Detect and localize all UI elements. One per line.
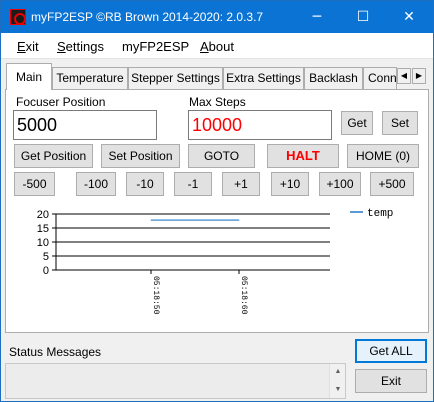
y-tick-label: 5 xyxy=(43,251,49,263)
y-tick-label: 0 xyxy=(43,265,49,277)
y-tick-label: 10 xyxy=(37,237,49,249)
status-messages-label: Status Messages xyxy=(9,345,102,359)
step-plus-100-button[interactable]: +100 xyxy=(319,172,361,196)
y-tick-label: 20 xyxy=(37,209,49,221)
step-plus-10-button[interactable]: +10 xyxy=(271,172,309,196)
focuser-position-field[interactable]: 5000 xyxy=(13,110,157,140)
menu-myfp2esp[interactable]: myFP2ESP xyxy=(122,39,189,54)
minimize-button[interactable]: ─ xyxy=(294,1,340,33)
tab-strip: Main Temperature Stepper Settings Extra … xyxy=(1,63,433,90)
temperature-chart: 20 15 10 5 0 05:18:50 05:18:60 temp xyxy=(14,208,404,320)
get-position-button[interactable]: Get Position xyxy=(14,144,93,168)
set-position-button[interactable]: Set Position xyxy=(101,144,180,168)
window-title: myFP2ESP ©RB Brown 2014-2020: 2.0.3.7 xyxy=(31,10,264,24)
scroll-down-icon[interactable]: ▼ xyxy=(330,384,346,396)
step-minus-500-button[interactable]: -500 xyxy=(14,172,55,196)
menu-bar: Exit Settings myFP2ESP About xyxy=(1,33,433,59)
step-minus-100-button[interactable]: -100 xyxy=(76,172,116,196)
app-window: myFP2ESP ©RB Brown 2014-2020: 2.0.3.7 ─ … xyxy=(0,0,434,402)
data-point xyxy=(238,219,240,221)
x-tick-label: 05:18:50 xyxy=(151,276,160,315)
tab-stepper-settings[interactable]: Stepper Settings xyxy=(128,67,223,89)
focuser-position-label: Focuser Position xyxy=(16,95,106,109)
menu-about[interactable]: About xyxy=(200,39,234,54)
tab-connection[interactable]: Conn xyxy=(363,67,397,89)
menu-about-label: bout xyxy=(208,39,234,54)
menu-settings[interactable]: Settings xyxy=(57,39,104,54)
get-all-button[interactable]: Get ALL xyxy=(355,339,427,363)
tab-scroll-right-icon[interactable]: ▶ xyxy=(412,68,426,84)
scroll-up-icon[interactable]: ▲ xyxy=(330,366,346,378)
tab-temperature[interactable]: Temperature xyxy=(52,67,128,89)
tab-extra-settings[interactable]: Extra Settings xyxy=(223,67,304,89)
set-max-steps-button[interactable]: Set xyxy=(382,111,418,135)
menu-settings-label: ettings xyxy=(65,39,104,54)
data-point xyxy=(150,219,152,221)
home-button[interactable]: HOME (0) xyxy=(347,144,419,168)
main-tab-panel: Focuser Position 5000 Max Steps 10000 Ge… xyxy=(5,89,429,333)
menu-exit[interactable]: Exit xyxy=(17,39,39,54)
close-button[interactable]: ✕ xyxy=(386,1,432,33)
menu-exit-mnemonic: E xyxy=(17,39,26,54)
max-steps-label: Max Steps xyxy=(189,95,246,109)
menu-about-mnemonic: A xyxy=(200,39,209,54)
step-plus-500-button[interactable]: +500 xyxy=(370,172,414,196)
legend-label-temp: temp xyxy=(367,208,393,220)
menu-exit-label: xit xyxy=(25,39,39,54)
title-bar[interactable]: myFP2ESP ©RB Brown 2014-2020: 2.0.3.7 ─ … xyxy=(1,1,433,33)
maximize-button[interactable]: ☐ xyxy=(340,1,386,33)
tab-scroll-left-icon[interactable]: ◀ xyxy=(397,68,411,84)
goto-button[interactable]: GOTO xyxy=(188,144,255,168)
app-icon xyxy=(10,9,26,25)
tab-main[interactable]: Main xyxy=(6,63,52,90)
step-minus-1-button[interactable]: -1 xyxy=(174,172,212,196)
exit-button[interactable]: Exit xyxy=(355,369,427,393)
menu-settings-mnemonic: S xyxy=(57,39,66,54)
status-messages-box[interactable] xyxy=(5,363,346,399)
status-scrollbar[interactable]: ▲ ▼ xyxy=(329,364,345,398)
temperature-chart-svg: 20 15 10 5 0 05:18:50 05:18:60 temp xyxy=(37,208,394,315)
step-minus-10-button[interactable]: -10 xyxy=(126,172,164,196)
get-max-steps-button[interactable]: Get xyxy=(341,111,373,135)
max-steps-field[interactable]: 10000 xyxy=(188,110,332,140)
step-plus-1-button[interactable]: +1 xyxy=(222,172,260,196)
halt-button[interactable]: HALT xyxy=(267,144,339,168)
y-tick-label: 15 xyxy=(37,223,49,235)
tab-backlash[interactable]: Backlash xyxy=(304,67,363,89)
x-tick-label: 05:18:60 xyxy=(239,276,248,315)
